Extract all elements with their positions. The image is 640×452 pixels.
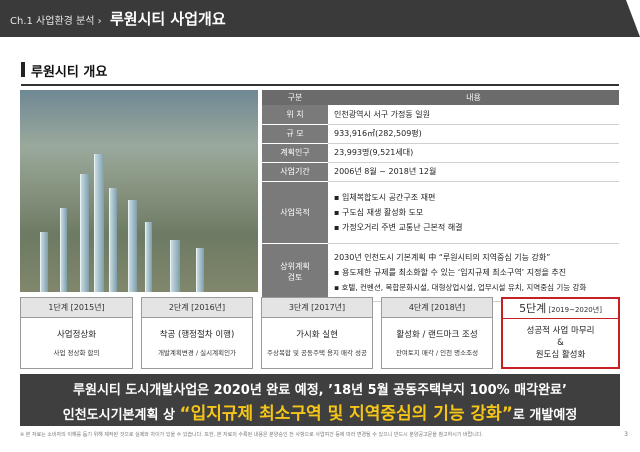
summary-banner: 루원시티 도시개발사업은 2020년 완료 예정, ’18년 5월 공동주택부지… <box>20 374 620 426</box>
stage-card: 3단계 [2017년] 가시화 실현 주상복합 및 공동주택 용지 매각 성공 <box>261 297 373 369</box>
building-shape <box>40 232 48 292</box>
list-item: ▪ 호텔, 컨벤션, 복합문화시설, 대형상업시설, 업무시설 유치, 지역중심… <box>334 282 587 292</box>
stage-card: 1단계 [2015년] 사업정상화 사업 정상화 합의 <box>20 297 133 369</box>
stage-main: 성공적 사업 마무리 <box>526 326 595 336</box>
table-row: 계획인구 23,993명(9,521세대) <box>262 143 619 163</box>
row-value: 2006년 8월 ~ 2018년 12월 <box>328 162 619 182</box>
row-key: 규 모 <box>262 124 328 144</box>
row-value: 인천광역시 서구 가정동 일원 <box>328 105 619 125</box>
section-divider <box>21 84 619 86</box>
table-row: 규 모 933,916㎡(282,509평) <box>262 124 619 144</box>
section-marker <box>21 62 25 77</box>
banner-line-1: 루원시티 도시개발사업은 2020년 완료 예정, ’18년 5월 공동주택부지… <box>73 383 567 398</box>
banner-highlight: “입지규제 최소구역 및 지역중심의 기능 강화” <box>179 404 513 424</box>
banner-line-2: 인천도시기본계획 상 “입지규제 최소구역 및 지역중심의 기능 강화”로 개발… <box>20 399 620 424</box>
list-item: ▪ 구도심 재생 활성화 도모 <box>334 207 424 217</box>
page-number: 3 <box>624 431 628 438</box>
stage-main: & <box>557 338 564 348</box>
row-key: 상위계획 검토 <box>262 243 328 302</box>
row-key: 위 치 <box>262 105 328 125</box>
header-bar: Ch.1 사업환경 분석 › 루원시티 사업개요 <box>0 0 640 37</box>
banner-text: 로 개발예정 <box>512 408 578 423</box>
stage-card: 4단계 [2018년] 활성화 / 랜드마크 조성 잔여토지 매각 / 인천 명… <box>381 297 493 369</box>
stage-sub: 사업 정상화 합의 <box>53 349 100 357</box>
row-key: 사업기간 <box>262 162 328 182</box>
building-shape <box>60 208 67 292</box>
header-corner-cut <box>626 0 640 37</box>
list-item: ▪ 입체복합도시 공간구조 재편 <box>334 192 436 202</box>
chapter-breadcrumb: Ch.1 사업환경 분석 › <box>10 16 102 27</box>
table-row: 사업기간 2006년 8월 ~ 2018년 12월 <box>262 162 619 182</box>
row-key-line: 검토 <box>287 273 303 282</box>
stage-header-years: [2019~2020년] <box>546 306 602 314</box>
stage-header: 1단계 [2015년] <box>21 298 132 318</box>
stage-main: 착공 (행정절차 이행) <box>159 330 235 340</box>
row-key-line: 상위계획 <box>280 262 310 271</box>
overview-info-table: 구분 내용 위 치 인천광역시 서구 가정동 일원 규 모 933,916㎡(2… <box>262 90 619 302</box>
building-shape <box>109 188 117 292</box>
list-item: ▪ 용도제한 규제를 최소화할 수 있는 ‘입지규제 최소구역’ 지정을 추진 <box>334 267 567 277</box>
building-shape <box>145 222 152 292</box>
table-row: 사업목적 ▪ 입체복합도시 공간구조 재편 ▪ 구도심 재생 활성화 도모 ▪ … <box>262 181 619 244</box>
section-title: 루원시티 개요 <box>31 65 108 80</box>
aerial-rendering-image <box>20 90 258 292</box>
stage-header-label: 5단계 <box>519 302 547 315</box>
stage-header: 4단계 [2018년] <box>382 298 492 318</box>
stage-sub: 개발계획변경 / 실시계획인가 <box>157 349 237 357</box>
stage-sub: 주상복합 및 공동주택 용지 매각 성공 <box>266 349 368 357</box>
stage-header: 5단계 [2019~2020년] <box>503 299 618 319</box>
building-shape <box>170 240 180 292</box>
building-shape <box>80 174 89 292</box>
page-title: 루원시티 사업개요 <box>110 10 226 28</box>
building-shape <box>128 200 137 292</box>
stage-sub: 잔여토지 매각 / 인천 명소조성 <box>395 349 479 357</box>
stage-header: 2단계 [2016년] <box>142 298 252 318</box>
banner-text: 인천도시기본계획 상 <box>62 408 180 423</box>
row-value: 933,916㎡(282,509평) <box>328 124 619 144</box>
stage-main: 가시화 실현 <box>296 330 338 340</box>
stage-main: 원도심 활성화 <box>535 350 586 360</box>
disclaimer-footnote: ※ 본 자료는 소비자의 이해를 돕기 위해 제작된 것으로 실제와 차이가 있… <box>20 432 484 438</box>
table-row: 상위계획 검토 2030년 인천도시 기본계획 中 “루원시티의 지역중심 기능… <box>262 243 619 302</box>
row-key: 계획인구 <box>262 143 328 163</box>
row-key: 사업목적 <box>262 181 328 244</box>
stage-card: 2단계 [2016년] 착공 (행정절차 이행) 개발계획변경 / 실시계획인가 <box>141 297 253 369</box>
table-header-value: 내용 <box>328 90 619 105</box>
stage-header: 3단계 [2017년] <box>262 298 372 318</box>
stage-card-final: 5단계 [2019~2020년] 성공적 사업 마무리 & 원도심 활성화 <box>501 297 620 369</box>
plan-list: 2030년 인천도시 기본계획 中 “루원시티의 지역중심 기능 강화” ▪ 용… <box>328 243 619 302</box>
building-shape <box>196 248 204 292</box>
purpose-list: ▪ 입체복합도시 공간구조 재편 ▪ 구도심 재생 활성화 도모 ▪ 가정오거리… <box>328 181 619 244</box>
table-header-key: 구분 <box>262 90 328 105</box>
building-shape <box>94 154 104 292</box>
stage-main: 사업정상화 <box>56 330 97 340</box>
list-item: ▪ 가정오거리 주변 교통난 근본적 해결 <box>334 222 463 232</box>
stage-main: 활성화 / 랜드마크 조성 <box>396 330 478 340</box>
stage-timeline: 1단계 [2015년] 사업정상화 사업 정상화 합의 2단계 [2016년] … <box>20 297 620 369</box>
table-row: 위 치 인천광역시 서구 가정동 일원 <box>262 105 619 125</box>
list-item: 2030년 인천도시 기본계획 中 “루원시티의 지역중심 기능 강화” <box>334 252 551 262</box>
row-value: 23,993명(9,521세대) <box>328 143 619 163</box>
